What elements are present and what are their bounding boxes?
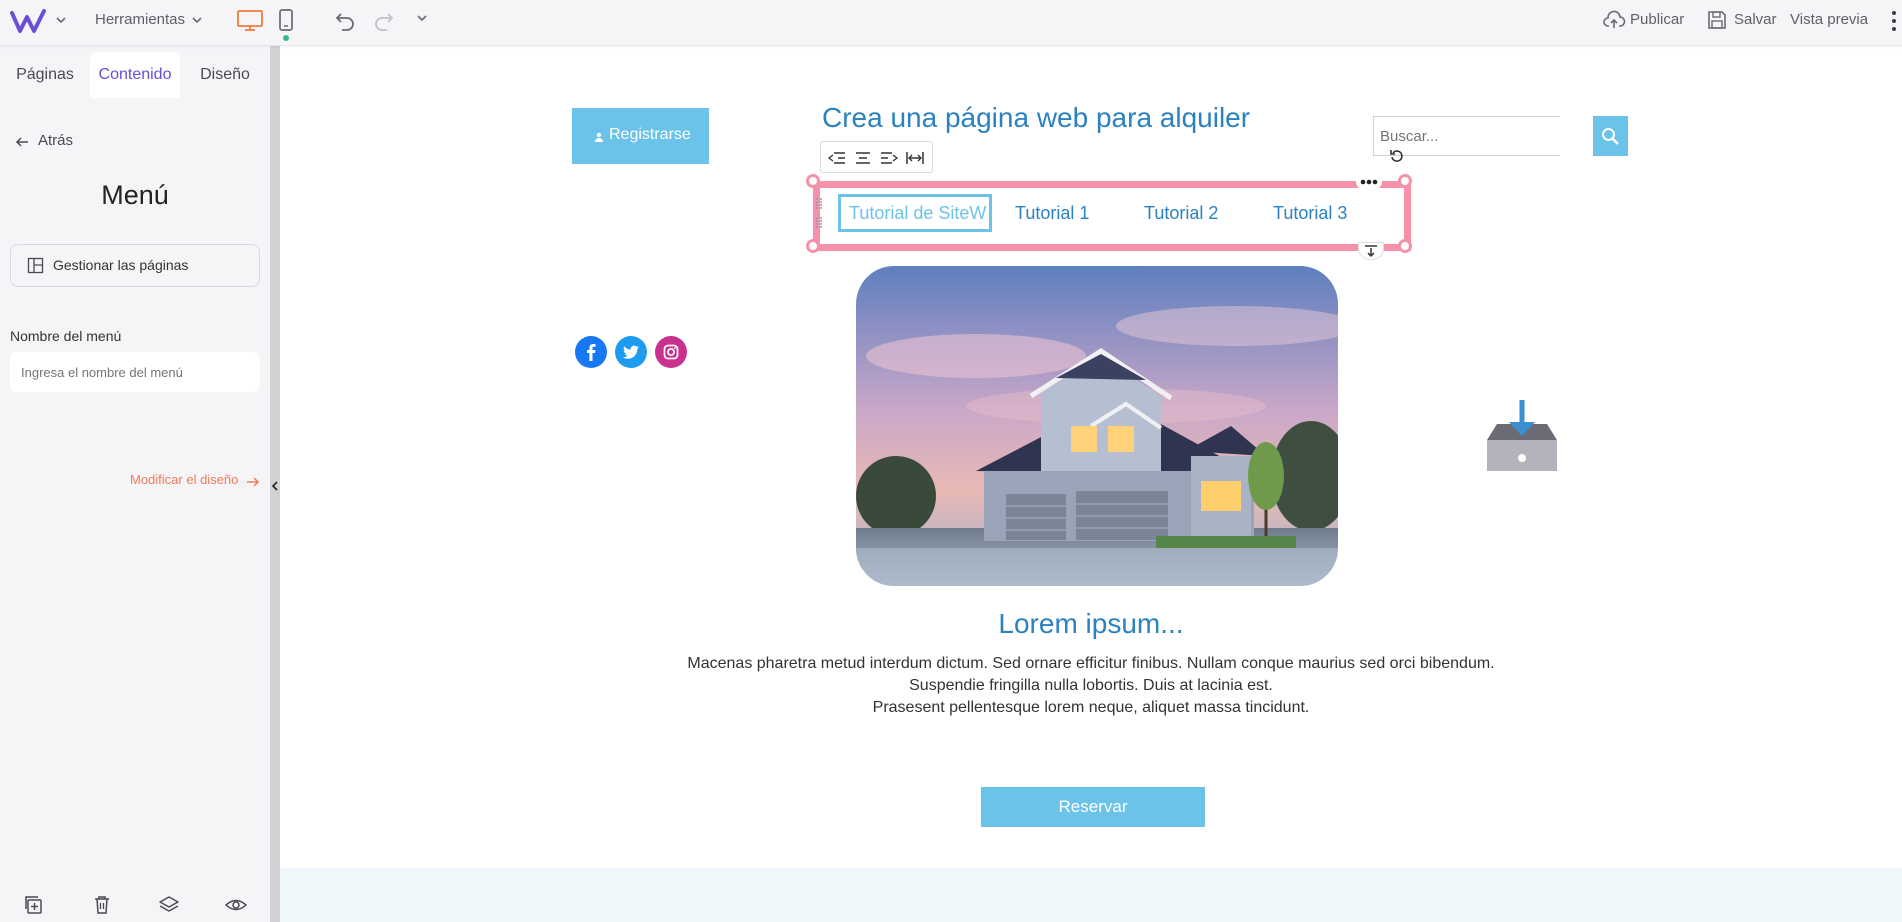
trash-icon[interactable]	[91, 894, 113, 916]
download-tray-icon[interactable]	[1483, 396, 1561, 476]
left-panel: Páginas Contenido Diseño Atrás Menú Gest…	[0, 46, 270, 922]
content-heading: Lorem ipsum...	[998, 608, 1184, 639]
nav-item-tutorial-3[interactable]: Tutorial 3	[1273, 201, 1347, 225]
tab-content[interactable]: Contenido	[90, 52, 180, 98]
arrow-left-icon	[14, 134, 30, 150]
resize-handle-bottom-right[interactable]	[1398, 239, 1412, 253]
floppy-disk-icon	[1706, 9, 1728, 31]
modify-design-label: Modificar el diseño	[130, 472, 239, 487]
footer-section	[280, 868, 1902, 922]
sitew-logo-icon[interactable]	[10, 8, 48, 36]
align-center-icon[interactable]	[853, 150, 873, 166]
preview-button[interactable]: Vista previa	[1790, 10, 1868, 30]
menu-name-label: Nombre del menú	[10, 328, 122, 344]
resize-handle-top-right[interactable]	[1398, 174, 1412, 188]
body-text-line: Macenas pharetra metud interdum dictum. …	[687, 655, 1495, 672]
redo-icon[interactable]	[372, 8, 396, 32]
desktop-icon[interactable]	[236, 9, 264, 33]
tab-pages[interactable]: Páginas	[8, 52, 82, 98]
logo-chevron-down-icon[interactable]	[55, 15, 67, 25]
collapse-chevron-left-icon[interactable]	[271, 480, 279, 492]
search-button[interactable]	[1593, 116, 1628, 156]
manage-pages-label: Gestionar las páginas	[53, 257, 189, 273]
search-icon	[1601, 127, 1620, 146]
top-toolbar: Herramientas Publicar Salvar Vista previ…	[0, 0, 1902, 46]
facebook-icon[interactable]	[575, 336, 607, 368]
page-canvas: Registrarse Crea una página web para alq…	[280, 46, 1902, 922]
arrow-right-icon	[246, 475, 260, 489]
register-label: Registrarse	[609, 126, 691, 143]
twitter-icon[interactable]	[615, 336, 647, 368]
mobile-icon[interactable]	[278, 8, 294, 32]
panel-title: Menú	[101, 180, 169, 210]
back-label: Atrás	[38, 132, 74, 149]
body-text-line: Prasesent pellentesque lorem neque, aliq…	[872, 699, 1310, 716]
editor-app: Herramientas Publicar Salvar Vista previ…	[0, 0, 1902, 922]
cloud-upload-icon	[1602, 8, 1626, 32]
register-button[interactable]: Registrarse	[572, 108, 709, 164]
tab-design[interactable]: Diseño	[188, 52, 262, 98]
pages-layout-icon	[27, 257, 44, 274]
eye-icon[interactable]	[224, 896, 248, 914]
align-right-icon[interactable]	[879, 150, 899, 166]
nav-item-tutorial-2[interactable]: Tutorial 2	[1144, 201, 1218, 225]
align-left-icon[interactable]	[827, 150, 847, 166]
save-label: Salvar	[1734, 11, 1777, 28]
modify-design-link[interactable]: Modificar el diseño	[130, 472, 262, 492]
house-photo[interactable]	[856, 266, 1338, 586]
manage-pages-button[interactable]: Gestionar las páginas	[10, 244, 260, 287]
menu-selection-frame[interactable]: Tutorial de SiteW Tutorial 1 Tutorial 2 …	[813, 181, 1411, 251]
tools-menu[interactable]: Herramientas	[95, 8, 207, 32]
justify-width-icon[interactable]	[905, 150, 925, 166]
active-device-dot	[283, 35, 289, 41]
user-icon	[594, 132, 604, 142]
tools-menu-label: Herramientas	[95, 11, 186, 28]
insert-below-icon[interactable]	[1358, 242, 1384, 260]
menu-name-input[interactable]	[10, 352, 260, 392]
publish-button[interactable]: Publicar	[1602, 8, 1694, 32]
publish-label: Publicar	[1630, 11, 1685, 28]
site-title: Crea una página web para alquiler	[822, 102, 1251, 133]
nav-item-tutorial-sitew[interactable]: Tutorial de SiteW	[849, 201, 986, 225]
rotate-icon[interactable]	[1389, 148, 1405, 164]
more-options-icon[interactable]	[1356, 175, 1382, 189]
nav-item-tutorial-1[interactable]: Tutorial 1	[1015, 201, 1089, 225]
save-button[interactable]: Salvar	[1706, 8, 1777, 32]
back-link[interactable]: Atrás	[14, 131, 94, 153]
book-button[interactable]: Reservar	[981, 787, 1205, 827]
vertical-dots-icon[interactable]	[1890, 9, 1898, 33]
menu-alignment-toolbar	[820, 141, 933, 173]
instagram-icon[interactable]	[655, 336, 687, 368]
drag-handle-icon[interactable]	[814, 196, 824, 230]
resize-handle-bottom-left[interactable]	[806, 239, 820, 253]
history-chevron-down-icon[interactable]	[416, 13, 428, 23]
panel-resize-handle[interactable]	[270, 46, 280, 922]
layers-icon[interactable]	[158, 894, 180, 916]
resize-handle-top-left[interactable]	[806, 174, 820, 188]
duplicate-icon[interactable]	[22, 894, 44, 916]
undo-icon[interactable]	[333, 8, 357, 32]
tools-chevron-down-icon	[191, 15, 203, 25]
body-text-line: Suspendie fringilla nulla lobortis. Duis…	[909, 677, 1273, 694]
